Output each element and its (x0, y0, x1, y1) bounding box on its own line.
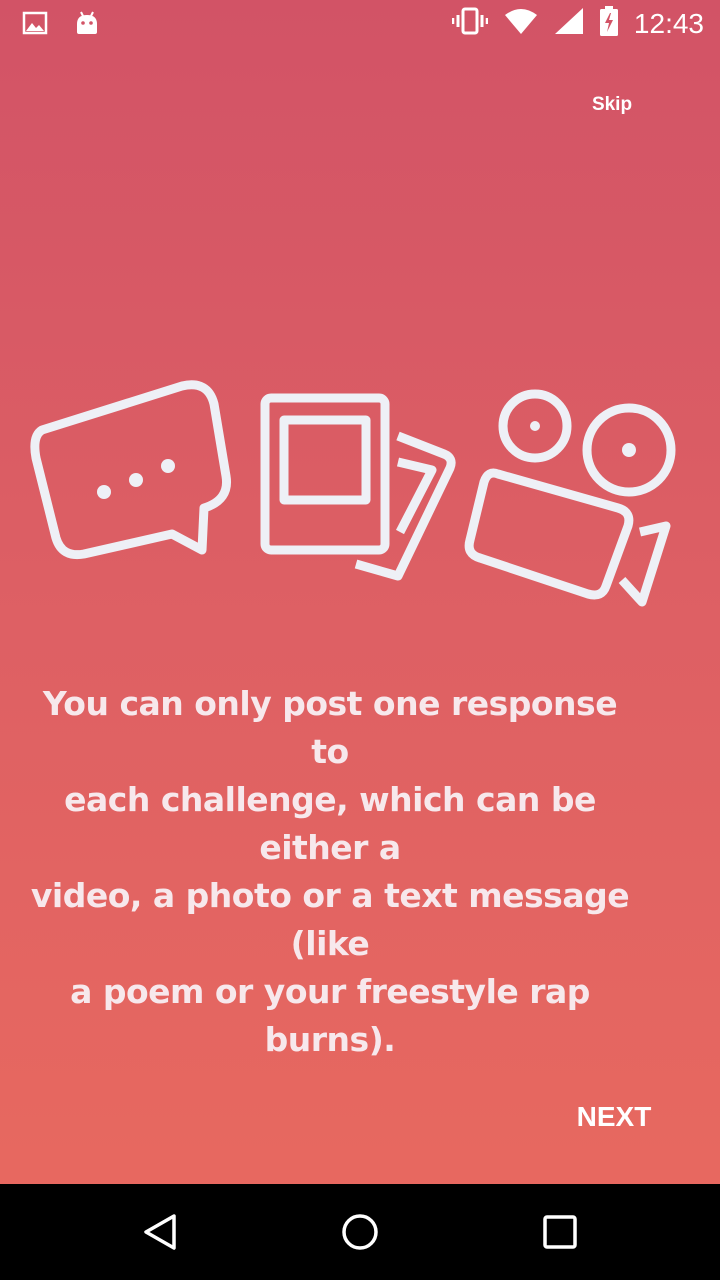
status-clock: 12:43 (633, 7, 704, 39)
message-line: You can only post one response to (42, 684, 618, 771)
onboarding-screen: 12:43 Skip You can only post one respons… (0, 0, 720, 1280)
image-icon (22, 11, 48, 40)
home-icon (342, 1214, 378, 1250)
home-button[interactable] (336, 1208, 384, 1256)
photo-stack-icon (260, 393, 456, 581)
recents-button[interactable] (536, 1208, 584, 1256)
battery-charging-icon (599, 6, 618, 41)
wifi-icon (504, 7, 538, 40)
back-button[interactable] (136, 1208, 184, 1256)
android-icon (74, 10, 100, 41)
next-button[interactable]: NEXT (560, 1092, 668, 1142)
vibrate-icon (451, 7, 489, 40)
onboarding-message: You can only post one response to each c… (20, 680, 640, 1064)
video-camera-icon (464, 389, 676, 607)
signal-icon (554, 7, 584, 40)
message-line: a poem or your freestyle rap burns). (70, 972, 590, 1059)
status-bar: 12:43 (0, 0, 720, 48)
skip-button[interactable]: Skip (578, 90, 646, 120)
message-line: video, a photo or a text message (like (30, 876, 630, 963)
status-left (22, 10, 100, 41)
status-right: 12:43 (451, 6, 704, 41)
message-line: each challenge, which can be either a (64, 780, 596, 867)
navigation-bar (0, 1184, 720, 1280)
chat-bubble-icon (30, 380, 232, 560)
back-icon (144, 1214, 176, 1250)
media-types-illustration (30, 380, 676, 607)
recents-icon (543, 1215, 577, 1249)
